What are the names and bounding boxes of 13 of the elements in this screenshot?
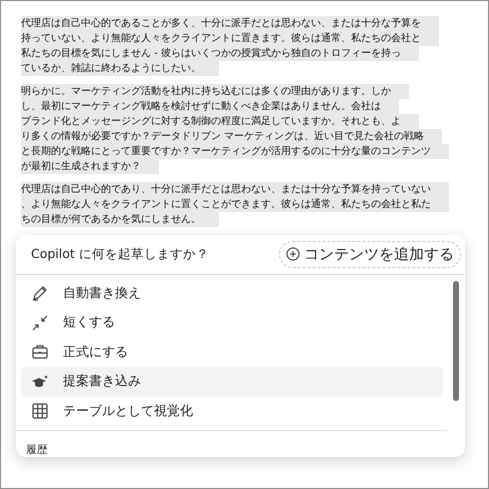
menu-item[interactable]: テーブルとして視覚化	[21, 396, 443, 426]
grid-table-icon	[31, 402, 49, 420]
add-content-button[interactable]: コンテンツを追加する	[279, 241, 461, 268]
menu-item[interactable]: 正式にする	[21, 338, 443, 367]
prompt-text: Copilot に何を起草しますか？	[31, 244, 209, 263]
plus-circle-icon	[286, 247, 300, 262]
history-heading: 履歴	[25, 443, 49, 457]
menu-item[interactable]: 自動書き換え	[21, 278, 443, 308]
menu-item[interactable]: 提案書き込み	[21, 367, 443, 396]
shrink-arrows-icon	[31, 314, 49, 332]
pencil-icon	[31, 284, 49, 302]
briefcase-icon	[31, 343, 49, 362]
menu-item[interactable]: 短くする	[21, 308, 443, 338]
